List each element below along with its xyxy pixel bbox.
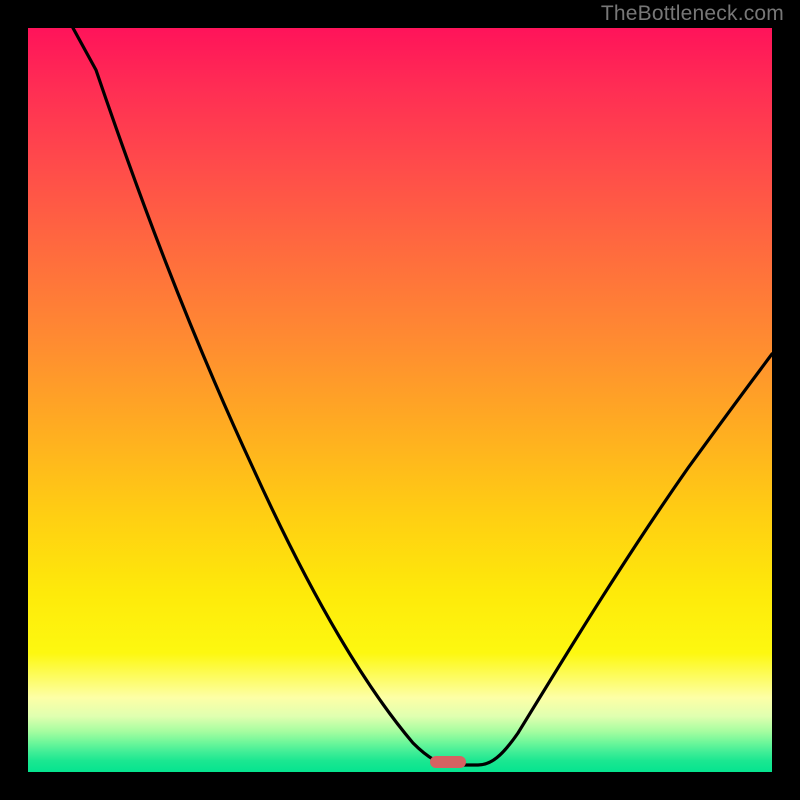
chart-frame: TheBottleneck.com	[0, 0, 800, 800]
curve-path	[73, 28, 772, 765]
watermark-text: TheBottleneck.com	[601, 2, 784, 26]
plot-area	[28, 28, 772, 772]
optimal-point-marker	[430, 756, 466, 768]
bottleneck-curve	[28, 28, 772, 772]
